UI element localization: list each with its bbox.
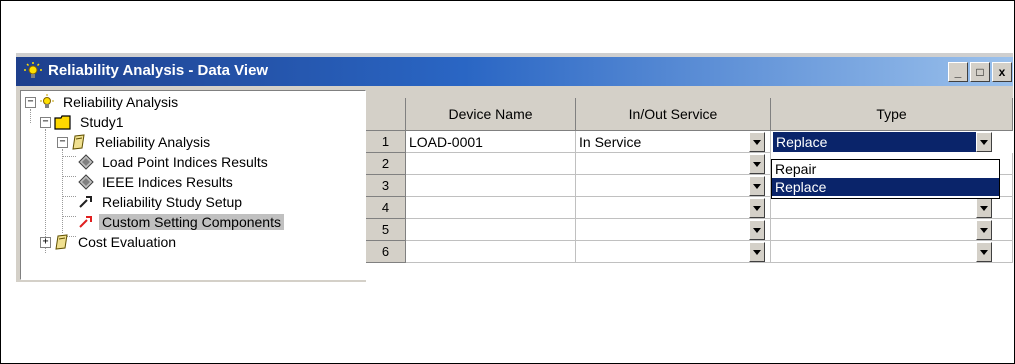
setup-icon	[78, 194, 94, 210]
close-icon: x	[998, 65, 1006, 79]
tree-item-label: IEEE Indices Results	[102, 174, 233, 190]
tree-item-label: Cost Evaluation	[78, 234, 177, 250]
type-dropdown-arrow[interactable]	[976, 242, 992, 262]
analysis-folder-icon	[71, 134, 87, 150]
tree-item-label: Reliability Study Setup	[102, 194, 243, 210]
tree-item-label: Study1	[80, 114, 124, 130]
tree-item-load-point-indices-results[interactable]: Load Point Indices Results	[78, 152, 271, 172]
custom-setup-icon	[78, 214, 94, 230]
type-selected-value[interactable]: Replace	[773, 132, 980, 152]
device-name-cell[interactable]: LOAD-0001	[406, 131, 576, 153]
reliability-bulb-icon	[39, 94, 55, 110]
tree-item-reliability-analysis-folder[interactable]: Reliability Analysis	[71, 132, 213, 152]
tree-item-label: Reliability Analysis	[95, 134, 211, 150]
row-number[interactable]: 1	[366, 131, 406, 153]
row-number[interactable]: 3	[366, 175, 406, 197]
type-dropdown-arrow[interactable]	[976, 198, 992, 218]
tree-item-cost-evaluation[interactable]: Cost Evaluation	[54, 232, 179, 252]
tree-item-label: Custom Setting Components	[99, 214, 284, 230]
device-name-cell[interactable]	[406, 175, 576, 197]
tree-collapse-toggle[interactable]: −	[57, 137, 68, 148]
row-number[interactable]: 6	[366, 241, 406, 263]
tree-connector	[62, 216, 76, 217]
tree-item-ieee-indices-results[interactable]: IEEE Indices Results	[78, 172, 236, 192]
type-dropdown-arrow[interactable]	[976, 132, 992, 152]
tree-expand-toggle[interactable]: +	[40, 237, 51, 248]
row-number[interactable]: 2	[366, 153, 406, 175]
tree-connector	[62, 149, 63, 233]
column-header-in-out-service[interactable]: In/Out Service	[576, 98, 771, 131]
tree-connector	[62, 176, 76, 177]
service-dropdown-arrow[interactable]	[749, 132, 765, 152]
tree-collapse-toggle[interactable]: −	[25, 97, 36, 108]
maximize-icon: □	[976, 65, 984, 79]
row-number[interactable]: 5	[366, 219, 406, 241]
tree-connector	[62, 196, 76, 197]
service-dropdown-arrow[interactable]	[749, 198, 765, 218]
dropdown-option-repair[interactable]: Repair	[772, 160, 999, 178]
device-name-cell[interactable]	[406, 197, 576, 219]
maximize-button[interactable]: □	[970, 62, 990, 82]
close-button[interactable]: x	[992, 62, 1012, 82]
grid-corner[interactable]	[366, 98, 406, 131]
service-dropdown-arrow[interactable]	[749, 220, 765, 240]
minimize-button[interactable]: _	[948, 62, 968, 82]
service-cell[interactable]	[576, 175, 771, 197]
device-name-cell[interactable]	[406, 219, 576, 241]
tree-connector	[45, 129, 46, 253]
service-cell[interactable]	[576, 241, 771, 263]
window-title: Reliability Analysis - Data View	[48, 62, 269, 79]
service-cell[interactable]: In Service	[576, 131, 771, 153]
service-dropdown-arrow[interactable]	[749, 176, 765, 196]
service-dropdown-arrow[interactable]	[749, 154, 765, 174]
type-dropdown-arrow[interactable]	[976, 220, 992, 240]
device-name-cell[interactable]	[406, 241, 576, 263]
column-header-type[interactable]: Type	[771, 98, 1013, 131]
tree-item-reliability-study-setup[interactable]: Reliability Study Setup	[78, 192, 245, 212]
window-titlebar[interactable]: Reliability Analysis - Data View _ □ x	[16, 57, 1013, 86]
row-number[interactable]: 4	[366, 197, 406, 219]
service-cell[interactable]	[576, 153, 771, 175]
reliability-bulb-icon	[24, 62, 42, 80]
minimize-icon: _	[954, 65, 962, 79]
device-name-cell[interactable]	[406, 153, 576, 175]
dropdown-option-replace[interactable]: Replace	[772, 178, 999, 196]
tree-item-custom-setting-components[interactable]: Custom Setting Components	[78, 212, 284, 232]
column-header-device-name[interactable]: Device Name	[406, 98, 576, 131]
service-cell[interactable]	[576, 219, 771, 241]
tree-item-reliability-analysis[interactable]: Reliability Analysis	[39, 92, 181, 112]
analysis-folder-icon	[54, 234, 70, 250]
results-icon	[78, 174, 94, 190]
service-dropdown-arrow[interactable]	[749, 242, 765, 262]
results-icon	[78, 154, 94, 170]
tree-connector	[62, 156, 76, 157]
service-cell[interactable]	[576, 197, 771, 219]
tree-item-study1[interactable]: Study1	[54, 112, 127, 132]
folder-icon	[54, 114, 72, 130]
type-dropdown-list[interactable]: Repair Replace	[771, 159, 1000, 199]
tree-item-label: Reliability Analysis	[63, 94, 179, 110]
project-tree[interactable]: − Reliability Analysis − Study1 − Reliab…	[20, 90, 366, 280]
tree-connector	[30, 109, 31, 123]
tree-item-label: Load Point Indices Results	[102, 154, 268, 170]
tree-collapse-toggle[interactable]: −	[40, 117, 51, 128]
